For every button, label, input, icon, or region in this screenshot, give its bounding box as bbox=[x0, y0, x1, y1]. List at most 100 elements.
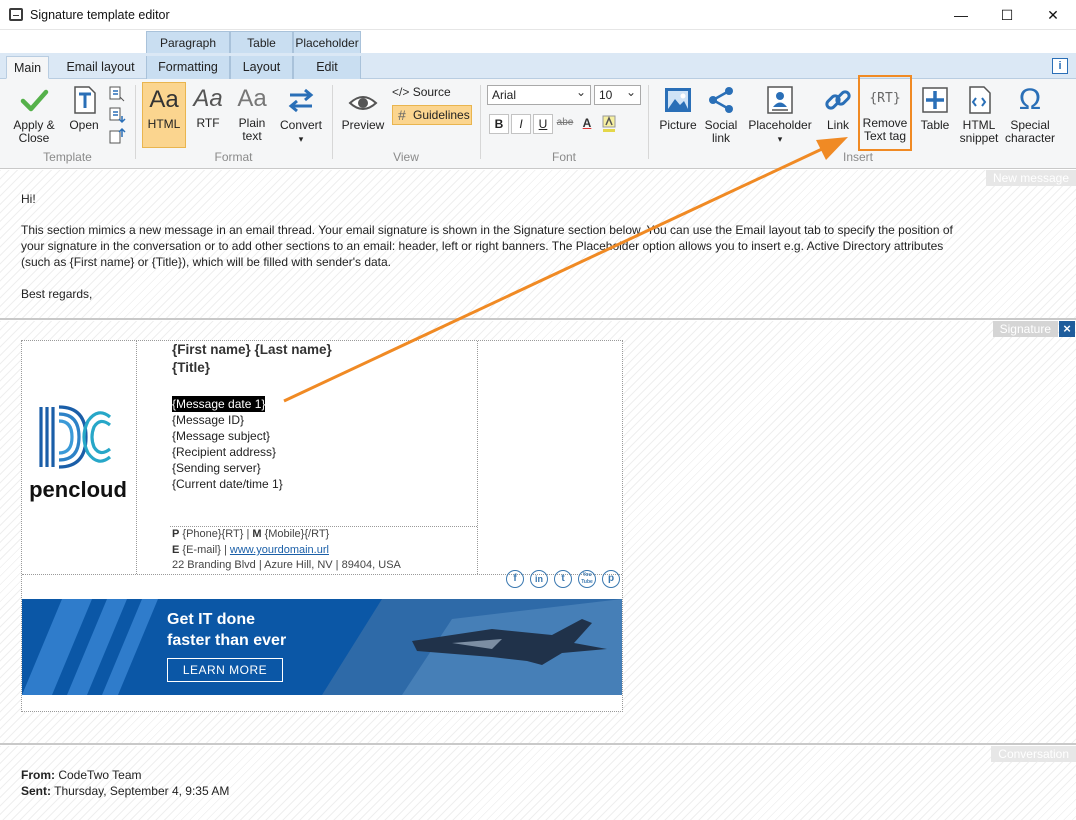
plain-text-label-2: text bbox=[242, 129, 262, 143]
tab-main[interactable]: Main bbox=[6, 56, 49, 79]
message-subject-placeholder[interactable]: {Message subject} bbox=[172, 428, 270, 444]
apply-close-button[interactable]: Apply & Close bbox=[8, 85, 60, 145]
context-tab-paragraph[interactable]: Paragraph bbox=[146, 31, 230, 53]
social-link-button[interactable]: Social link bbox=[702, 85, 740, 145]
rtf-aa-icon: Aa bbox=[193, 85, 223, 112]
email-placeholder: {E-mail} bbox=[182, 544, 221, 556]
current-datetime-placeholder[interactable]: {Current date/time 1} bbox=[172, 476, 283, 492]
remove-text-tag-button[interactable]: {RT} Remove Text tag bbox=[858, 75, 912, 151]
table-label: Table bbox=[920, 118, 950, 132]
export-template-icon[interactable] bbox=[108, 127, 126, 145]
table-grid-icon bbox=[922, 87, 948, 113]
context-tab-group: Paragraph Table Placeholder bbox=[146, 31, 361, 53]
remove-text-tag-label-2: Text tag bbox=[863, 129, 907, 143]
body-text-line-2: your signature in the conversation or to… bbox=[21, 239, 944, 253]
closing-text: Best regards, bbox=[21, 287, 93, 301]
pencloud-logo[interactable]: pencloud bbox=[24, 401, 132, 511]
source-code-icon: </> bbox=[392, 85, 410, 99]
phone-label: P bbox=[172, 528, 180, 540]
info-icon[interactable]: i bbox=[1052, 58, 1068, 74]
sending-server-placeholder[interactable]: {Sending server} bbox=[172, 460, 261, 476]
maximize-button[interactable]: ☐ bbox=[984, 0, 1030, 30]
title-placeholder[interactable]: {Title} bbox=[172, 360, 210, 376]
context-tab-table[interactable]: Table bbox=[230, 31, 293, 53]
font-size-select[interactable]: 10 bbox=[594, 83, 641, 105]
tab-layout[interactable]: Layout bbox=[230, 56, 293, 79]
guidelines-toggle[interactable]: Guidelines bbox=[392, 105, 472, 125]
close-signature-icon[interactable]: × bbox=[1059, 321, 1075, 337]
group-label-template: Template bbox=[43, 150, 92, 164]
facebook-icon[interactable]: f bbox=[506, 570, 524, 588]
tab-email-layout[interactable]: Email layout bbox=[57, 56, 144, 79]
new-message-label: New message bbox=[985, 170, 1076, 186]
first-last-name-placeholder[interactable]: {First name} {Last name} bbox=[172, 342, 332, 358]
plain-text-label-1: Plain bbox=[238, 116, 266, 130]
phone-line[interactable]: P {Phone}{RT} | M {Mobile}{/RT} bbox=[172, 526, 329, 542]
tab-edit[interactable]: Edit bbox=[293, 56, 361, 79]
convert-arrows-icon bbox=[288, 88, 314, 113]
email-line[interactable]: E {E-mail} | www.yourdomain.url bbox=[172, 542, 329, 558]
app-icon bbox=[9, 8, 23, 21]
message-id-placeholder[interactable]: {Message ID} bbox=[172, 412, 244, 428]
context-tab-placeholder[interactable]: Placeholder bbox=[293, 31, 361, 53]
message-date-placeholder[interactable]: {Message date 1} bbox=[172, 396, 266, 412]
picture-button[interactable]: Picture bbox=[656, 85, 700, 132]
rtf-format-button[interactable]: Aa RTF bbox=[190, 85, 226, 130]
html-format-button[interactable]: Aa HTML bbox=[142, 82, 186, 148]
strikethrough-button[interactable]: abe bbox=[555, 114, 575, 134]
preview-label: Preview bbox=[341, 118, 385, 132]
social-link-label-1: Social bbox=[704, 118, 738, 132]
open-button[interactable]: Open bbox=[64, 85, 104, 132]
tab-formatting[interactable]: Formatting bbox=[146, 56, 230, 79]
special-character-button[interactable]: Ω Special character bbox=[1004, 85, 1056, 145]
close-button[interactable]: ✕ bbox=[1030, 0, 1076, 30]
bold-button[interactable]: B bbox=[489, 114, 509, 134]
separator-text: | bbox=[224, 544, 227, 556]
underline-button[interactable]: U bbox=[533, 114, 553, 134]
group-label-format: Format bbox=[214, 150, 253, 164]
source-label: Source bbox=[412, 85, 451, 99]
italic-button[interactable]: I bbox=[511, 114, 531, 134]
social-link-label-2: link bbox=[711, 131, 730, 145]
convert-button[interactable]: Convert ▾ bbox=[277, 85, 325, 146]
body-text-line-1: This section mimics a new message in an … bbox=[21, 223, 953, 237]
dropdown-arrow-icon: ▾ bbox=[298, 134, 304, 144]
placeholder-button[interactable]: Placeholder ▾ bbox=[744, 85, 816, 146]
open-file-icon bbox=[74, 86, 96, 114]
new-message-section[interactable]: New message Hi! This section mimics a ne… bbox=[0, 170, 1076, 320]
font-color-button[interactable]: A bbox=[577, 114, 597, 134]
convert-label: Convert bbox=[279, 118, 323, 132]
plain-text-format-button[interactable]: Aa Plain text bbox=[232, 85, 272, 143]
minimize-button[interactable]: — bbox=[938, 0, 984, 30]
signature-table[interactable]: pencloud {First name} {Last name} {Title… bbox=[21, 340, 623, 712]
twitter-icon[interactable]: t bbox=[554, 570, 572, 588]
pinterest-icon[interactable]: p bbox=[602, 570, 620, 588]
learn-more-button[interactable]: LEARN MORE bbox=[167, 658, 283, 682]
dropdown-arrow-icon: ▾ bbox=[777, 134, 783, 144]
link-button[interactable]: Link bbox=[820, 85, 856, 132]
from-label: From: bbox=[21, 768, 55, 782]
recipient-address-placeholder[interactable]: {Recipient address} bbox=[172, 444, 276, 460]
source-button[interactable]: </> Source bbox=[392, 85, 451, 101]
website-link[interactable]: www.yourdomain.url bbox=[230, 544, 329, 556]
separator bbox=[135, 85, 136, 159]
separator bbox=[480, 85, 481, 159]
sent-value: Thursday, September 4, 9:35 AM bbox=[54, 784, 230, 798]
promo-banner[interactable]: Get IT done faster than ever LEARN MORE bbox=[22, 599, 622, 695]
youtube-icon[interactable]: You Tube bbox=[578, 570, 596, 588]
signature-section[interactable]: Signature × pencloud {First name} {Last … bbox=[0, 321, 1076, 745]
font-family-select[interactable]: Arial bbox=[487, 83, 591, 105]
new-template-icon[interactable] bbox=[108, 85, 126, 103]
conversation-label: Conversation bbox=[991, 746, 1076, 762]
address-text[interactable]: 22 Branding Blvd | Azure Hill, NV | 8940… bbox=[172, 557, 401, 573]
html-snippet-button[interactable]: HTML snippet bbox=[956, 85, 1002, 145]
conversation-section[interactable]: Conversation From: CodeTwo Team Sent: Th… bbox=[0, 746, 1076, 820]
preview-button[interactable]: Preview bbox=[340, 91, 386, 132]
linkedin-icon[interactable]: in bbox=[530, 570, 548, 588]
table-button[interactable]: Table bbox=[916, 85, 954, 132]
eye-icon bbox=[348, 96, 378, 110]
open-label: Open bbox=[69, 118, 99, 132]
html-snippet-label-2: snippet bbox=[959, 131, 999, 145]
highlight-color-icon[interactable] bbox=[600, 115, 618, 133]
save-template-icon[interactable] bbox=[108, 106, 126, 124]
